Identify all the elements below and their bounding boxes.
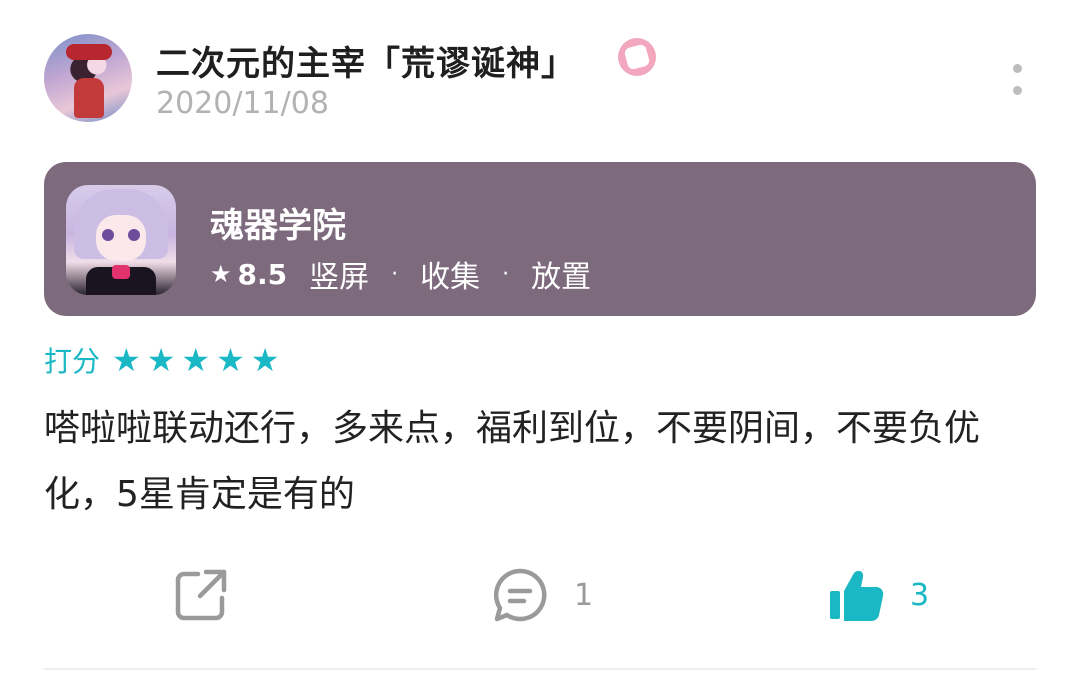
game-tag: 收集 <box>420 260 481 295</box>
post-date: 2020/11/08 <box>156 86 329 121</box>
tag-separator: · <box>391 261 399 287</box>
star-icon: ★ <box>112 341 141 379</box>
rating-stars: ★ ★ ★ ★ ★ <box>112 344 285 376</box>
game-meta: ★ 8.5 竖屏 · 收集 · 放置 <box>210 252 591 296</box>
user-avatar[interactable] <box>44 34 132 122</box>
star-icon: ★ <box>146 341 176 379</box>
rating-label: 打分 <box>44 345 101 378</box>
game-icon <box>66 185 176 295</box>
game-tag: 放置 <box>531 260 592 295</box>
like-count: 3 <box>910 577 930 613</box>
game-tag: 竖屏 <box>309 260 370 295</box>
star-icon: ★ <box>216 341 245 379</box>
like-button[interactable]: 3 <box>826 560 929 630</box>
post-header: 二次元的主宰「荒谬诞神」 2020/11/08 <box>44 34 1036 124</box>
more-vertical-icon[interactable] <box>1010 64 1024 100</box>
comment-count: 1 <box>574 577 594 613</box>
star-icon: ★ <box>181 341 211 379</box>
action-bar: 1 3 <box>0 560 1080 630</box>
game-score: 8.5 <box>237 257 288 291</box>
game-card[interactable]: 魂器学院 ★ 8.5 竖屏 · 收集 · 放置 <box>44 162 1036 316</box>
share-icon <box>175 569 227 621</box>
rating-row: 打分 ★ ★ ★ ★ ★ <box>44 340 285 380</box>
username[interactable]: 二次元的主宰「荒谬诞神」 <box>156 36 576 85</box>
tag-separator: · <box>502 261 510 287</box>
game-name: 魂器学院 <box>210 206 346 246</box>
review-text: 嗒啦啦联动还行，多来点，福利到位，不要阴间，不要负优化，5星肯定是有的 <box>44 408 981 515</box>
pink-badge-icon <box>618 38 656 76</box>
comment-icon <box>493 568 547 622</box>
thumbs-up-icon <box>830 570 884 621</box>
comment-button[interactable]: 1 <box>490 560 593 630</box>
star-icon: ★ <box>210 260 232 288</box>
divider <box>44 668 1036 670</box>
star-icon: ★ <box>250 341 280 379</box>
share-button[interactable] <box>172 560 230 630</box>
